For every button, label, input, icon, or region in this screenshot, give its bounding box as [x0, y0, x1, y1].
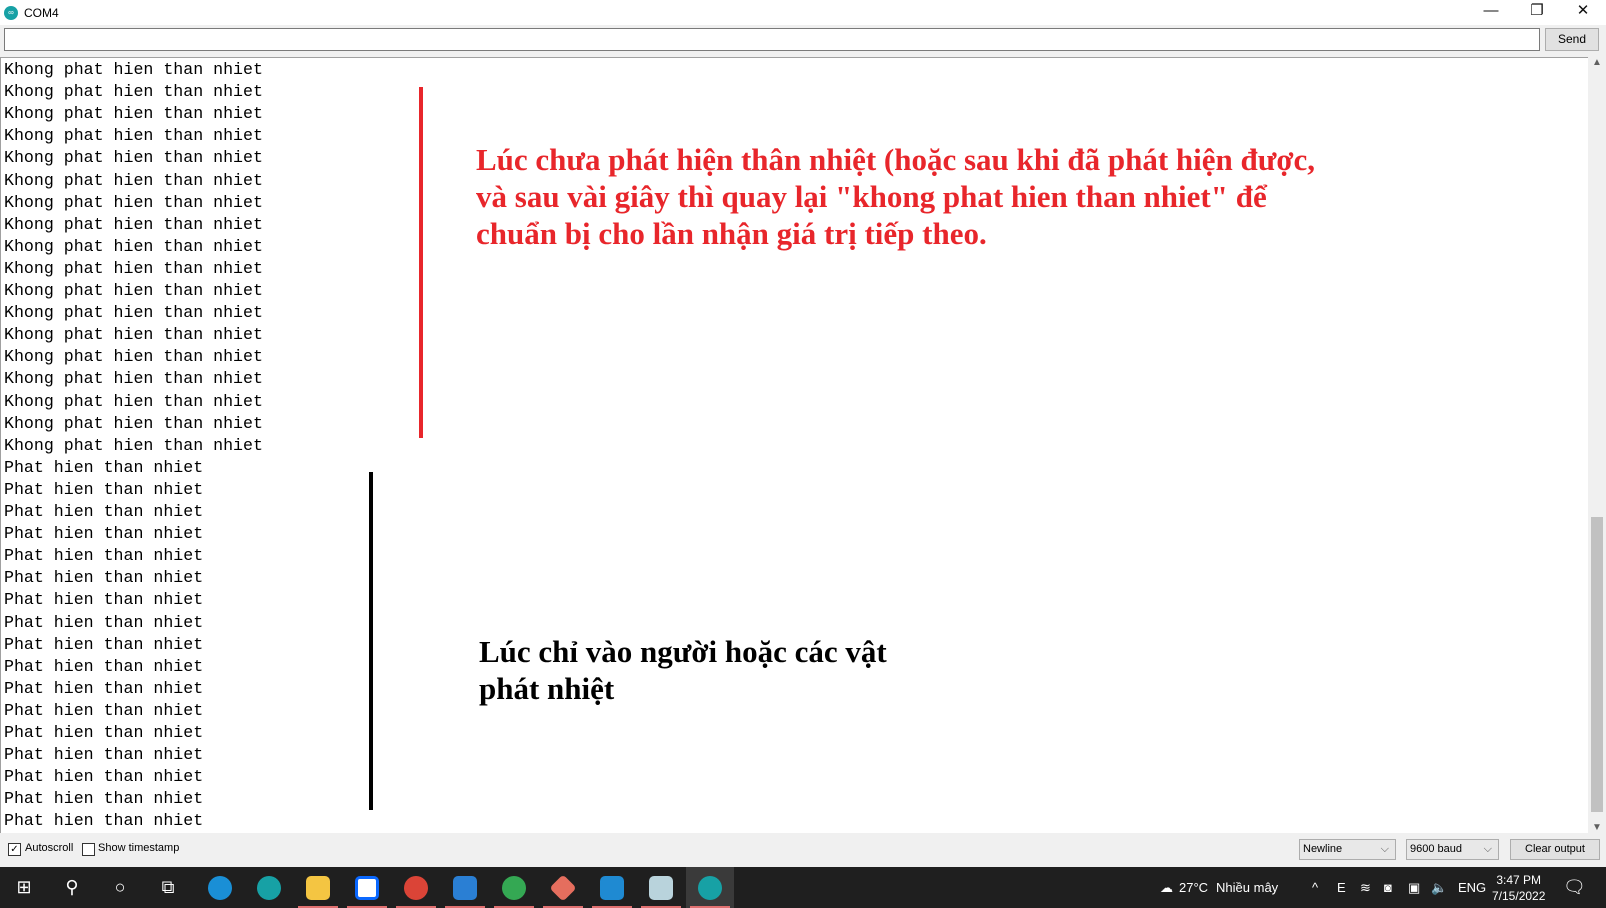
ime-icon[interactable]: E [1337, 867, 1346, 908]
search-icon[interactable]: ⚲ [48, 867, 96, 908]
wifi-icon[interactable]: ≋ [1360, 867, 1371, 908]
output-line: Khong phat hien than nhiet [4, 391, 263, 411]
window-title: COM4 [24, 5, 59, 20]
serial-send-input[interactable] [4, 28, 1540, 51]
output-line: Phat hien than nhiet [4, 546, 204, 566]
clock-date: 7/15/2022 [1492, 888, 1546, 903]
clock-time: 3:47 PM [1496, 872, 1542, 887]
output-line: Phat hien than nhiet [4, 590, 204, 610]
vscode-icon[interactable] [588, 867, 636, 908]
update-icon[interactable]: ▣ [1408, 867, 1420, 908]
output-line: Phat hien than nhiet [4, 502, 204, 521]
timestamp-checkbox[interactable] [82, 843, 95, 856]
output-line: Khong phat hien than nhiet [4, 236, 263, 256]
output-line: Phat hien than nhiet [4, 524, 204, 544]
git-icon[interactable] [539, 867, 587, 908]
edge-icon[interactable] [196, 867, 244, 908]
autoscroll-checkbox[interactable]: ✓ [8, 843, 21, 856]
taskbar: ⊞ ⚲ ○ ⧉ ☁ 27°C Nhiều mây ^ E ≋ ◙ ▣ 🔈 ENG… [0, 867, 1606, 908]
output-line: Phat hien than nhiet [4, 789, 204, 809]
output-line: Phat hien than nhiet [4, 700, 204, 720]
arduino-active-icon[interactable] [686, 867, 734, 908]
clear-output-button[interactable]: Clear output [1510, 839, 1600, 860]
chrome-icon[interactable] [490, 867, 538, 908]
output-line: Phat hien than nhiet [4, 457, 204, 477]
output-line: Phat hien than nhiet [4, 767, 204, 787]
maximize-button[interactable]: ❐ [1514, 0, 1560, 25]
output-line: Khong phat hien than nhiet [4, 413, 263, 433]
tray-chevron-icon[interactable]: ^ [1312, 867, 1318, 908]
output-line: Khong phat hien than nhiet [4, 148, 263, 168]
output-line: Phat hien than nhiet [4, 612, 204, 632]
black-annotation-bar [369, 472, 373, 810]
arduino-icon: ∞ [4, 5, 18, 20]
photos-icon[interactable] [441, 867, 489, 908]
output-line: Khong phat hien than nhiet [4, 325, 263, 345]
weather-temp: 27°C [1179, 880, 1209, 895]
output-line: Khong phat hien than nhiet [4, 369, 263, 389]
output-line: Phat hien than nhiet [4, 811, 204, 831]
red-annotation-bar [419, 87, 423, 438]
output-line: Khong phat hien than nhiet [4, 214, 263, 234]
line-ending-value: Newline [1303, 843, 1343, 855]
output-line: Khong phat hien than nhiet [4, 281, 263, 300]
line-ending-select[interactable]: Newline ⌵ [1299, 839, 1396, 860]
output-line: Khong phat hien than nhiet [4, 303, 263, 323]
black-annotation-text: Lúc chỉ vào người hoặc các vật phát nhiệ… [479, 634, 887, 706]
arduino-taskbar-icon[interactable] [245, 867, 293, 908]
output-line: Phat hien than nhiet [4, 479, 204, 499]
task-view-icon[interactable]: ⧉ [144, 867, 192, 908]
output-scrollbar[interactable]: ▲ ▼ [1588, 57, 1606, 833]
output-line: Phat hien than nhiet [4, 723, 204, 742]
notifications-icon[interactable]: 🗨 [1563, 867, 1586, 908]
baud-select[interactable]: 9600 baud ⌵ [1406, 839, 1499, 860]
camera-icon[interactable]: ◙ [1384, 867, 1392, 908]
scrollbar-thumb[interactable] [1591, 517, 1603, 812]
autoscroll-label: Autoscroll [25, 842, 74, 854]
output-line: Khong phat hien than nhiet [4, 170, 263, 190]
output-line: Phat hien than nhiet [4, 656, 204, 676]
output-line: Phat hien than nhiet [4, 568, 204, 588]
output-line: Khong phat hien than nhiet [4, 82, 263, 102]
weather-widget[interactable]: ☁ 27°C Nhiều mây [1160, 867, 1278, 908]
timestamp-label: Show timestamp [98, 842, 180, 854]
output-line: Khong phat hien than nhiet [4, 258, 263, 278]
chevron-down-icon: ⌵ [1380, 843, 1389, 855]
cloud-icon: ☁ [1160, 879, 1173, 895]
output-line: Phat hien than nhiet [4, 745, 204, 765]
output-line: Phat hien than nhiet [4, 634, 204, 654]
scroll-down-icon[interactable]: ▼ [1588, 822, 1606, 833]
output-line: Khong phat hien than nhiet [4, 435, 263, 455]
language-indicator[interactable]: ENG [1458, 867, 1486, 908]
chrome-profile-icon[interactable] [392, 867, 440, 908]
baud-value: 9600 baud [1410, 843, 1462, 855]
weather-desc: Nhiều mây [1216, 880, 1279, 895]
output-line: Khong phat hien than nhiet [4, 192, 263, 212]
file-explorer-icon[interactable] [294, 867, 342, 908]
red-annotation-text: Lúc chưa phát hiện thân nhiệt (hoặc sau … [476, 142, 1316, 251]
output-line: Khong phat hien than nhiet [4, 347, 263, 367]
output-line: Khong phat hien than nhiet [4, 60, 263, 79]
volume-icon[interactable]: 🔈 [1431, 867, 1447, 908]
title-bar: ∞ COM4 — ❐ ✕ [0, 0, 1606, 25]
bottom-bar: ✓ Autoscroll Show timestamp Newline ⌵ 960… [0, 833, 1606, 867]
output-line: Khong phat hien than nhiet [4, 126, 263, 146]
close-button[interactable]: ✕ [1560, 0, 1606, 25]
minimize-button[interactable]: — [1468, 0, 1514, 25]
windows-start-icon[interactable]: ⊞ [0, 867, 48, 908]
zalo-icon[interactable] [343, 867, 391, 908]
clock[interactable]: 3:47 PM 7/15/2022 [1492, 867, 1545, 908]
cortana-icon[interactable]: ○ [96, 867, 144, 908]
send-button[interactable]: Send [1545, 28, 1599, 51]
notepad-icon[interactable] [637, 867, 685, 908]
chevron-down-icon: ⌵ [1483, 843, 1492, 855]
output-line: Khong phat hien than nhiet [4, 104, 263, 124]
scroll-up-icon[interactable]: ▲ [1588, 57, 1606, 68]
send-row: Send [0, 25, 1606, 57]
output-line: Phat hien than nhiet [4, 678, 204, 698]
